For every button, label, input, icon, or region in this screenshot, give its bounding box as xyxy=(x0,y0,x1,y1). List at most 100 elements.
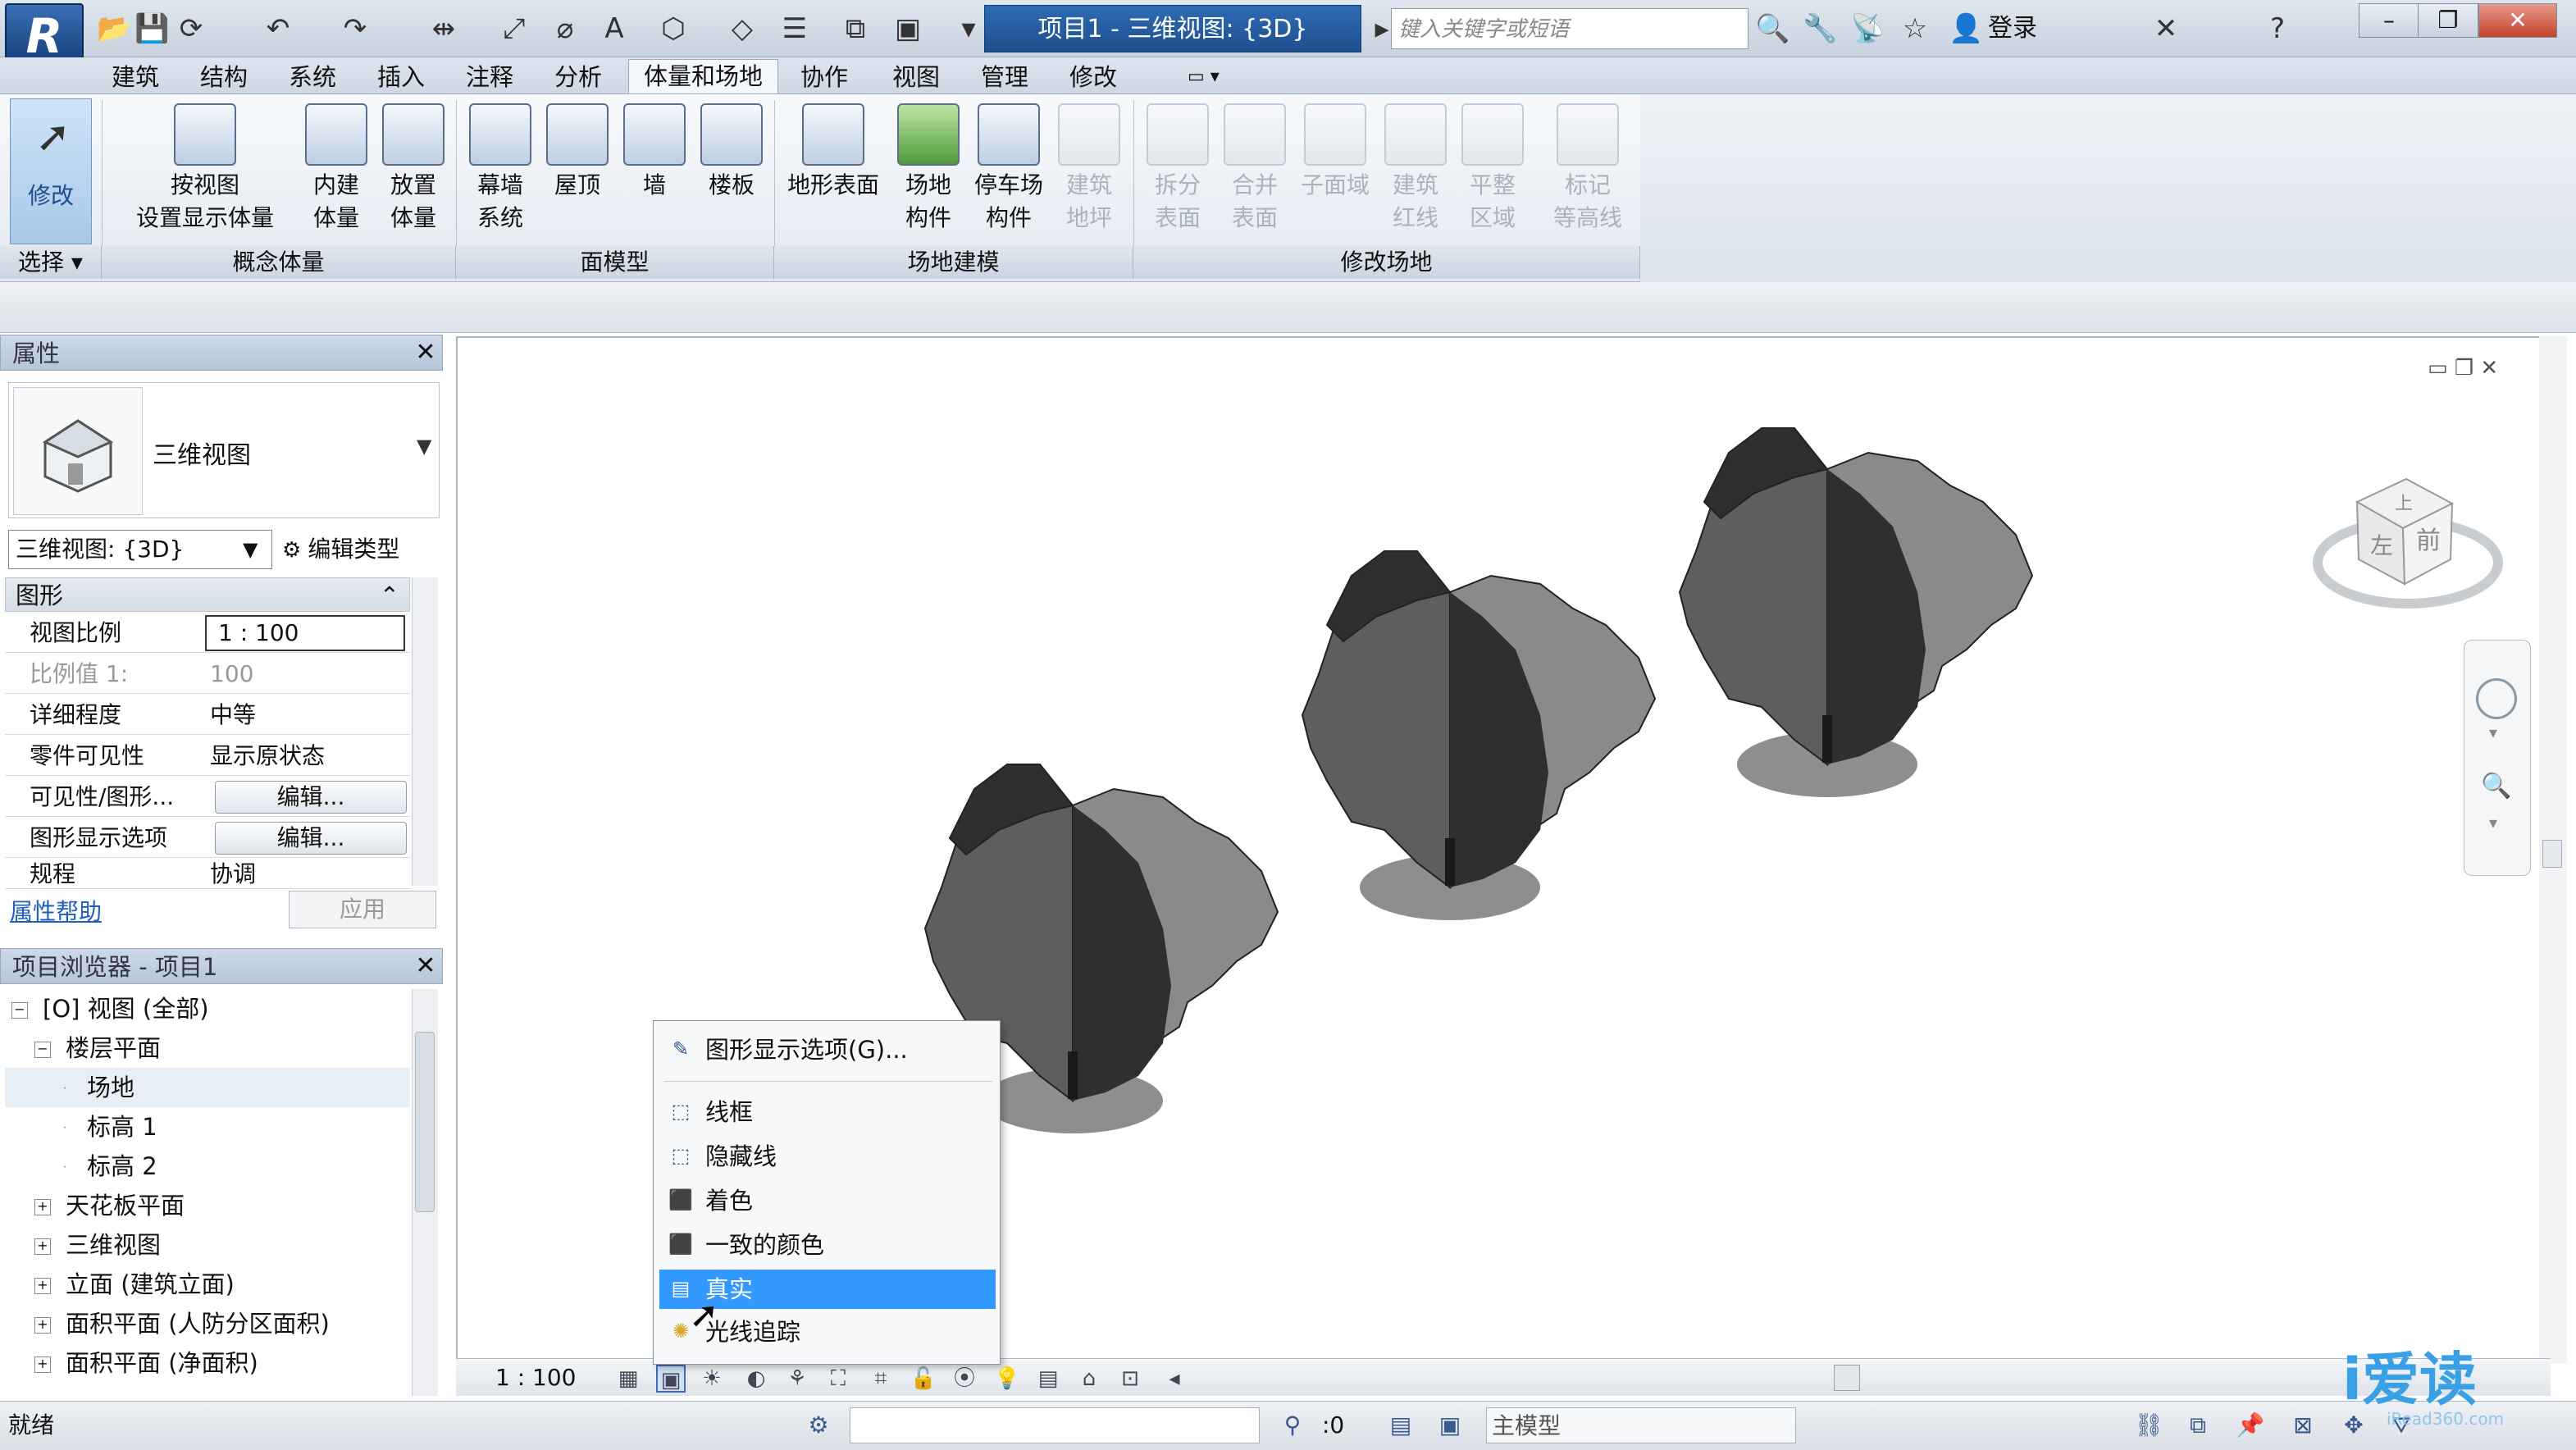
view-scale-control[interactable]: 1 : 100 xyxy=(495,1361,577,1394)
graphic-display-edit-button[interactable]: 编辑... xyxy=(215,822,407,855)
measure-icon[interactable]: ⇹ xyxy=(426,11,461,46)
temporary-hide-icon[interactable]: ⦿ xyxy=(950,1365,979,1393)
tree-expander-icon[interactable]: + xyxy=(34,1238,51,1255)
edit-type-button[interactable]: ⚙ 编辑类型 xyxy=(282,530,440,569)
tree-expander-icon[interactable]: + xyxy=(34,1199,51,1215)
subregion-button[interactable]: 子面域 xyxy=(1294,98,1376,246)
wireframe-item[interactable]: ⬚ 线框 xyxy=(659,1092,996,1132)
open-icon[interactable]: 📂 xyxy=(97,11,131,46)
tree-expander-icon[interactable]: · xyxy=(57,1082,72,1097)
property-value[interactable]: 显示原状态 xyxy=(210,736,325,776)
steering-wheel-icon[interactable] xyxy=(2476,678,2517,719)
tab-collaborate[interactable]: 协作 xyxy=(786,61,863,93)
crop-view-icon[interactable]: ⛶ xyxy=(823,1365,853,1393)
reveal-hidden-icon[interactable]: 💡 xyxy=(992,1365,1022,1393)
tree-expander-icon[interactable]: · xyxy=(57,1160,72,1175)
tree-node[interactable]: + 立面 (建筑立面) xyxy=(5,1265,410,1304)
exchange-apps-icon[interactable]: ✕ xyxy=(2149,11,2183,46)
instance-view-selector[interactable]: 三维视图: {3D} xyxy=(8,530,272,569)
tab-analyze[interactable]: 分析 xyxy=(540,61,617,93)
property-value[interactable]: 协调 xyxy=(210,858,256,888)
graded-region-button[interactable]: 平整 区域 xyxy=(1455,98,1530,246)
tree-expander-icon[interactable]: + xyxy=(34,1317,51,1334)
property-value[interactable]: 中等 xyxy=(210,695,256,735)
tab-systems[interactable]: 系统 xyxy=(274,61,351,93)
scrollbar-thumb[interactable] xyxy=(415,1032,435,1212)
thin-lines-icon[interactable]: ☰ xyxy=(777,11,812,46)
detail-level-icon[interactable]: ▦ xyxy=(613,1365,643,1393)
worksharing-icon[interactable]: ⚙ xyxy=(802,1409,835,1442)
zoom-icon[interactable]: 🔍 xyxy=(2481,772,2511,800)
tree-node[interactable]: + 三维视图 xyxy=(5,1225,410,1265)
floor-by-face-button[interactable]: 楼板 xyxy=(694,98,769,246)
login-link[interactable]: 登录 xyxy=(1988,11,2037,46)
project-browser-close-icon[interactable]: ✕ xyxy=(412,951,440,981)
sun-path-icon[interactable]: ☀ xyxy=(697,1365,727,1393)
tree-expander-icon[interactable]: − xyxy=(11,1002,28,1019)
tree-expander-icon[interactable]: + xyxy=(34,1357,51,1373)
graphics-display-options-item[interactable]: ✎ 图形显示选项(G)... xyxy=(659,1030,996,1069)
chevron-down-icon[interactable]: ▼ xyxy=(243,530,258,569)
tree-node[interactable]: · 场地 xyxy=(5,1068,410,1107)
aligned-dimension-icon[interactable]: ⤢ xyxy=(497,11,531,46)
viewcube-front-label[interactable]: 前 xyxy=(2416,520,2441,556)
select-underlay-icon[interactable]: ⧉ xyxy=(2182,1409,2214,1442)
editable-only-icon[interactable]: ⚲ xyxy=(1276,1409,1309,1442)
type-dropdown-arrow-icon[interactable]: ▼ xyxy=(417,435,431,458)
toposurface-button[interactable]: 地形表面 xyxy=(781,98,886,246)
active-design-option-selector[interactable]: 主模型 xyxy=(1486,1407,1796,1443)
tree-node[interactable]: · 标高 1 xyxy=(5,1107,410,1147)
show-crop-icon[interactable]: ⌗ xyxy=(866,1365,896,1393)
tab-insert[interactable]: 插入 xyxy=(362,61,440,93)
tag-icon[interactable]: ⌀ xyxy=(548,11,582,46)
temporary-view-properties-icon[interactable]: ▤ xyxy=(1033,1365,1063,1393)
tab-modify[interactable]: 修改 xyxy=(1055,61,1132,93)
chevron-left-icon[interactable]: ◂ xyxy=(1160,1365,1189,1393)
constraints-icon[interactable]: ⊡ xyxy=(1115,1365,1145,1393)
section-icon[interactable]: ◇ xyxy=(725,11,759,46)
building-pad-button[interactable]: 建筑 地坪 xyxy=(1051,98,1127,246)
view-scale-field[interactable]: 1 : 100 xyxy=(205,615,405,651)
tree-expander-icon[interactable]: − xyxy=(34,1042,51,1058)
design-options-icon[interactable]: ▣ xyxy=(1434,1409,1466,1442)
close-hidden-windows-icon[interactable]: ⧉ xyxy=(838,11,873,46)
label-contours-button[interactable]: 标记 等高线 xyxy=(1542,98,1634,246)
default-3d-view-icon[interactable]: ⬡ xyxy=(656,11,691,46)
tree-expander-icon[interactable]: · xyxy=(57,1121,72,1136)
inplace-mass-button[interactable]: 内建 体量 xyxy=(299,98,374,246)
select-by-face-icon[interactable]: ⊠ xyxy=(2286,1409,2319,1442)
redo-icon[interactable]: ↷ xyxy=(338,11,372,46)
rendering-icon[interactable]: ⚘ xyxy=(782,1365,812,1393)
tab-view[interactable]: 视图 xyxy=(878,61,955,93)
shadows-icon[interactable]: ◐ xyxy=(741,1365,771,1393)
binoculars-search-icon[interactable]: 🔍 xyxy=(1755,11,1790,46)
tab-structure[interactable]: 结构 xyxy=(185,61,262,93)
communication-center-icon[interactable]: 📡 xyxy=(1850,11,1885,46)
consistent-colors-item[interactable]: ⬛ 一致的颜色 xyxy=(659,1225,996,1265)
tree-expander-icon[interactable]: + xyxy=(34,1278,51,1294)
roof-by-face-button[interactable]: 屋顶 xyxy=(540,98,615,246)
restore-button[interactable]: ❐ xyxy=(2418,3,2478,38)
sync-icon[interactable]: ⟳ xyxy=(174,11,208,46)
favorites-icon[interactable]: ☆ xyxy=(1898,11,1932,46)
property-line-button[interactable]: 建筑 红线 xyxy=(1378,98,1453,246)
subscription-icon[interactable]: 🔧 xyxy=(1803,11,1837,46)
scrollbar-thumb[interactable] xyxy=(2542,840,2562,868)
tree-node[interactable]: + 面积平面 (净面积) xyxy=(5,1343,410,1383)
split-surface-button[interactable]: 拆分 表面 xyxy=(1140,98,1215,246)
select-links-icon[interactable]: ⛓ xyxy=(2132,1409,2165,1442)
text-icon[interactable]: A xyxy=(597,11,631,46)
tab-architecture[interactable]: 建筑 xyxy=(97,61,174,93)
collapse-icon[interactable]: ⌃ xyxy=(380,578,399,613)
tree-node[interactable]: − 楼层平面 xyxy=(5,1028,410,1068)
apply-button[interactable]: 应用 xyxy=(289,891,436,928)
visibility-graphics-edit-button[interactable]: 编辑... xyxy=(215,781,407,814)
close-button[interactable]: ✕ xyxy=(2478,3,2557,38)
tree-node[interactable]: − [O] 视图 (全部) xyxy=(5,989,410,1028)
user-icon[interactable]: 👤 xyxy=(1949,11,1983,46)
visual-style-icon[interactable]: ▣ xyxy=(656,1365,686,1393)
search-input[interactable]: 键入关键字或短语 xyxy=(1391,8,1748,49)
analytical-model-icon[interactable]: ⌂ xyxy=(1074,1365,1104,1393)
modify-button[interactable]: ➚ 修改 xyxy=(10,98,92,244)
chevron-down-icon[interactable]: ▾ xyxy=(2489,723,2497,742)
